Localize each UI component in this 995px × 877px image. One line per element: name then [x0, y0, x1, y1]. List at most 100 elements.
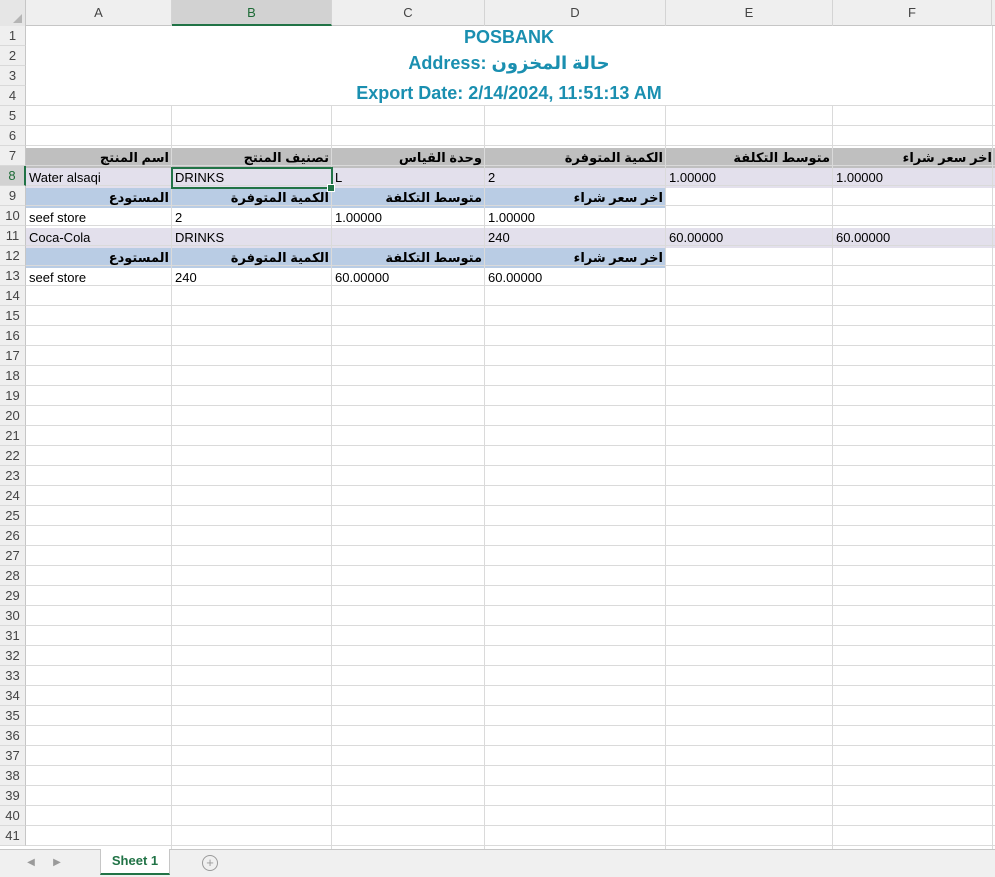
- header-warehouse[interactable]: المستودع: [26, 188, 172, 208]
- header-warehouse-last-price[interactable]: اخر سعر شراء: [485, 248, 666, 268]
- row-header-30[interactable]: 30: [0, 606, 26, 626]
- header-warehouse-avg-cost[interactable]: متوسط التكلفة: [332, 188, 485, 208]
- row-gridline: [26, 345, 995, 346]
- row-header-13[interactable]: 13: [0, 266, 26, 286]
- header-product-category[interactable]: تصنيف المنتج: [172, 148, 332, 168]
- row-header-23[interactable]: 23: [0, 466, 26, 486]
- sheet-tab-1[interactable]: Sheet 1: [100, 849, 170, 875]
- cell-product-category[interactable]: DRINKS: [172, 228, 332, 248]
- header-quantity[interactable]: الكمية المتوفرة: [485, 148, 666, 168]
- row-header-34[interactable]: 34: [0, 686, 26, 706]
- cell-warehouse-avg-cost[interactable]: 60.00000: [332, 268, 485, 288]
- row-header-41[interactable]: 41: [0, 826, 26, 846]
- row-header-8[interactable]: 8: [0, 166, 26, 186]
- row-header-26[interactable]: 26: [0, 526, 26, 546]
- row-header-19[interactable]: 19: [0, 386, 26, 406]
- cell-product-name[interactable]: Coca-Cola: [26, 228, 172, 248]
- row-header-31[interactable]: 31: [0, 626, 26, 646]
- row-gridline: [26, 785, 995, 786]
- cell-warehouse-last-price[interactable]: 60.00000: [485, 268, 666, 288]
- row-header-36[interactable]: 36: [0, 726, 26, 746]
- row-gridline: [26, 425, 995, 426]
- header-avg-cost[interactable]: متوسط التكلفة: [666, 148, 833, 168]
- row-header-27[interactable]: 27: [0, 546, 26, 566]
- row-header-24[interactable]: 24: [0, 486, 26, 506]
- row-gridline: [26, 645, 995, 646]
- row-header-25[interactable]: 25: [0, 506, 26, 526]
- cell-warehouse-avg-cost[interactable]: 1.00000: [332, 208, 485, 228]
- row-header-33[interactable]: 33: [0, 666, 26, 686]
- row-header-1[interactable]: 1: [0, 26, 26, 46]
- row-gridline: [26, 625, 995, 626]
- row-header-15[interactable]: 15: [0, 306, 26, 326]
- row-gridline: [26, 465, 995, 466]
- cell-quantity[interactable]: 240: [485, 228, 666, 248]
- fill-handle[interactable]: [327, 184, 335, 192]
- scroll-right-icon[interactable]: ▶: [50, 856, 64, 870]
- column-header-c[interactable]: C: [332, 0, 485, 26]
- row-header-40[interactable]: 40: [0, 806, 26, 826]
- row-header-2[interactable]: 2: [0, 46, 26, 66]
- row-header-16[interactable]: 16: [0, 326, 26, 346]
- row-header-6[interactable]: 6: [0, 126, 26, 146]
- cell-quantity[interactable]: 2: [485, 168, 666, 188]
- row-header-5[interactable]: 5: [0, 106, 26, 126]
- cell-avg-cost[interactable]: 60.00000: [666, 228, 833, 248]
- header-warehouse-avg-cost[interactable]: متوسط التكلفة: [332, 248, 485, 268]
- row-header-18[interactable]: 18: [0, 366, 26, 386]
- row-gridline: [26, 805, 995, 806]
- row-header-9[interactable]: 9: [0, 186, 26, 206]
- row-header-21[interactable]: 21: [0, 426, 26, 446]
- header-product-name[interactable]: اسم المنتج: [26, 148, 172, 168]
- row-header-38[interactable]: 38: [0, 766, 26, 786]
- row-header-32[interactable]: 32: [0, 646, 26, 666]
- header-last-price[interactable]: اخر سعر شراء: [833, 148, 995, 168]
- header-warehouse-last-price[interactable]: اخر سعر شراء: [485, 188, 666, 208]
- cell-warehouse-name[interactable]: seef store: [26, 208, 172, 228]
- column-header-b[interactable]: B: [172, 0, 332, 26]
- select-all-button[interactable]: [0, 0, 26, 26]
- cell-warehouse-name[interactable]: seef store: [26, 268, 172, 288]
- scroll-left-icon[interactable]: ◀: [24, 856, 38, 870]
- row-header-11[interactable]: 11: [0, 226, 26, 246]
- row-header-37[interactable]: 37: [0, 746, 26, 766]
- cell-unit[interactable]: [332, 228, 485, 248]
- row-header-14[interactable]: 14: [0, 286, 26, 306]
- column-header-d[interactable]: D: [485, 0, 666, 26]
- row-gridline: [26, 325, 995, 326]
- cell-last-price[interactable]: 60.00000: [833, 228, 992, 248]
- row-header-4[interactable]: 4: [0, 86, 26, 106]
- column-header-a[interactable]: A: [26, 0, 172, 26]
- sheet-tab-bar: ◀ ▶ Sheet 1 +: [0, 849, 995, 877]
- row-header-12[interactable]: 12: [0, 246, 26, 266]
- header-warehouse-quantity[interactable]: الكمية المتوفرة: [172, 188, 332, 208]
- cell-last-price[interactable]: 1.00000: [833, 168, 992, 188]
- row-header-7[interactable]: 7: [0, 146, 26, 166]
- row-gridline: [26, 605, 995, 606]
- header-unit[interactable]: وحدة القياس: [332, 148, 485, 168]
- cell-avg-cost[interactable]: 1.00000: [666, 168, 833, 188]
- header-warehouse-quantity[interactable]: الكمية المتوفرة: [172, 248, 332, 268]
- row-header-20[interactable]: 20: [0, 406, 26, 426]
- row-header-22[interactable]: 22: [0, 446, 26, 466]
- add-sheet-icon[interactable]: +: [202, 855, 218, 871]
- row-header-35[interactable]: 35: [0, 706, 26, 726]
- column-header-e[interactable]: E: [666, 0, 833, 26]
- cell-warehouse-quantity[interactable]: 240: [172, 268, 332, 288]
- row-gridline: [26, 365, 995, 366]
- cell-warehouse-quantity[interactable]: 2: [172, 208, 332, 228]
- cell-unit[interactable]: L: [332, 168, 485, 188]
- active-cell-selection[interactable]: [171, 167, 333, 189]
- cell-product-name[interactable]: Water alsaqi: [26, 168, 172, 188]
- row-header-17[interactable]: 17: [0, 346, 26, 366]
- row-header-29[interactable]: 29: [0, 586, 26, 606]
- row-header-39[interactable]: 39: [0, 786, 26, 806]
- report-address: Address: حالة المخزون: [408, 53, 610, 73]
- header-warehouse[interactable]: المستودع: [26, 248, 172, 268]
- row-header-28[interactable]: 28: [0, 566, 26, 586]
- cell-warehouse-last-price[interactable]: 1.00000: [485, 208, 666, 228]
- row-gridline: [26, 125, 995, 126]
- column-header-f[interactable]: F: [833, 0, 992, 26]
- row-header-3[interactable]: 3: [0, 66, 26, 86]
- row-header-10[interactable]: 10: [0, 206, 26, 226]
